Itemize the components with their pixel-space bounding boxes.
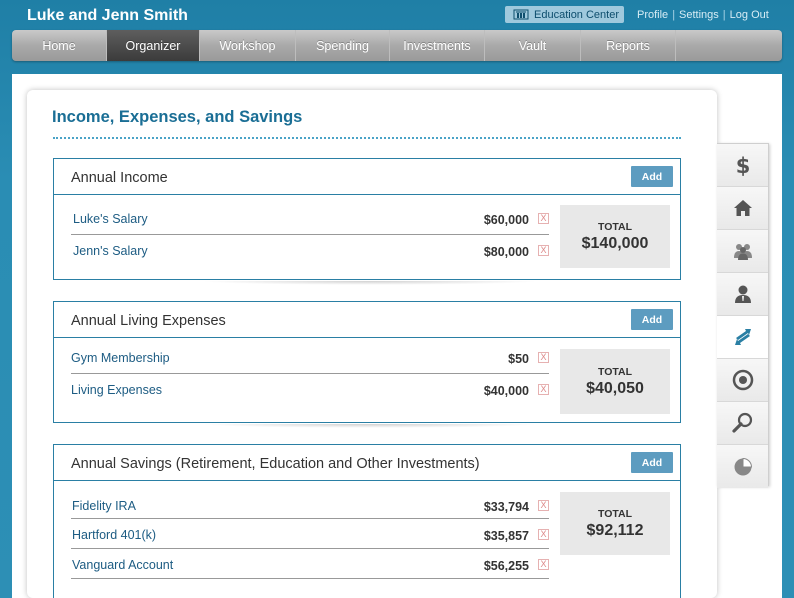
transfer-arrows-icon [734, 329, 751, 345]
table-row: Hartford 401(k) $35,857 X [71, 519, 549, 549]
tool-sidebar: $ [717, 143, 769, 488]
nav-organizer[interactable]: Organizer [107, 30, 200, 61]
row-name-link[interactable]: Luke's Salary [73, 212, 148, 226]
sidebar-item-search[interactable] [717, 402, 768, 445]
income-section: Annual Income Add Luke's Salary $60,000 … [53, 158, 681, 280]
row-name-link[interactable]: Living Expenses [71, 383, 162, 397]
total-label: TOTAL [597, 220, 633, 233]
table-row: Luke's Salary $60,000 X [71, 203, 549, 235]
delete-icon[interactable]: X [538, 500, 549, 511]
magnifier-icon [731, 412, 752, 433]
target-icon [732, 369, 753, 391]
delete-icon[interactable]: X [538, 559, 549, 570]
total-box: TOTAL $140,000 [560, 205, 670, 268]
delete-icon[interactable]: X [538, 245, 549, 256]
delete-icon[interactable]: X [538, 352, 549, 363]
row-amount: $40,000 [483, 384, 529, 398]
sidebar-item-income[interactable]: $ [717, 144, 768, 187]
total-value: $140,000 [581, 234, 649, 252]
row-amount: $35,857 [483, 529, 529, 543]
row-name-link[interactable]: Vanguard Account [72, 558, 173, 572]
table-row: Living Expenses $40,000 X [71, 374, 549, 406]
section-header: Annual Income Add [54, 159, 680, 195]
nav-investments[interactable]: Investments [390, 30, 485, 61]
main-nav: Home Organizer Workshop Spending Investm… [12, 30, 782, 61]
living-expenses-section: Annual Living Expenses Add Gym Membershi… [53, 301, 681, 423]
house-icon [733, 200, 752, 216]
delete-icon[interactable]: X [538, 384, 549, 395]
nav-workshop[interactable]: Workshop [200, 30, 296, 61]
sidebar-item-reports[interactable] [717, 445, 768, 488]
row-name-link[interactable]: Jenn's Salary [73, 244, 148, 258]
section-header: Annual Savings (Retirement, Education an… [54, 445, 680, 481]
section-title: Annual Savings (Retirement, Education an… [71, 456, 480, 472]
total-box: TOTAL $40,050 [560, 349, 670, 414]
savings-section: Annual Savings (Retirement, Education an… [53, 444, 681, 598]
total-value: $40,050 [586, 379, 644, 397]
sidebar-item-home[interactable] [717, 187, 768, 230]
building-icon [513, 9, 529, 20]
row-amount: $33,794 [483, 500, 529, 514]
account-name: Luke and Jenn Smith [27, 7, 188, 24]
total-label: TOTAL [597, 507, 633, 520]
link-separator: | [722, 9, 726, 21]
nav-spending[interactable]: Spending [296, 30, 390, 61]
total-box: TOTAL $92,112 [560, 492, 670, 555]
svg-text:$: $ [735, 154, 750, 177]
nav-home[interactable]: Home [12, 30, 107, 61]
sidebar-item-family[interactable] [717, 230, 768, 273]
header: Luke and Jenn Smith Education Center Pro… [0, 0, 794, 30]
table-row: Jenn's Salary $80,000 X [71, 235, 549, 267]
pie-chart-icon [734, 457, 752, 475]
total-value: $92,112 [586, 521, 644, 539]
row-amount: $80,000 [483, 245, 529, 259]
sidebar-item-goals[interactable] [717, 359, 768, 402]
profile-link[interactable]: Profile [637, 9, 668, 21]
row-name-link[interactable]: Gym Membership [71, 351, 170, 365]
section-header: Annual Living Expenses Add [54, 302, 680, 338]
logout-link[interactable]: Log Out [730, 9, 769, 21]
link-separator: | [672, 9, 676, 21]
dollar-icon: $ [735, 154, 750, 177]
title-divider [53, 137, 681, 139]
delete-icon[interactable]: X [538, 213, 549, 224]
person-icon [734, 285, 751, 303]
section-shadow [200, 424, 540, 428]
education-center-button[interactable]: Education Center [505, 6, 624, 23]
table-row: Fidelity IRA $33,794 X [71, 490, 549, 519]
delete-icon[interactable]: X [538, 529, 549, 540]
section-title: Annual Living Expenses [71, 313, 226, 329]
row-amount: $50 [508, 352, 529, 366]
table-row: Vanguard Account $56,255 X [71, 549, 549, 579]
add-expense-button[interactable]: Add [631, 309, 673, 330]
sidebar-item-transfers[interactable] [717, 316, 768, 359]
add-income-button[interactable]: Add [631, 166, 673, 187]
row-amount: $56,255 [483, 559, 529, 573]
section-title: Annual Income [71, 170, 168, 186]
row-amount: $60,000 [483, 213, 529, 227]
people-icon [733, 244, 752, 260]
education-center-label: Education Center [534, 8, 619, 21]
nav-vault[interactable]: Vault [485, 30, 581, 61]
row-name-link[interactable]: Hartford 401(k) [72, 528, 156, 542]
table-row: Gym Membership $50 X [71, 342, 549, 374]
settings-link[interactable]: Settings [679, 9, 719, 21]
row-name-link[interactable]: Fidelity IRA [72, 499, 136, 513]
add-savings-button[interactable]: Add [631, 452, 673, 473]
nav-reports[interactable]: Reports [581, 30, 676, 61]
page-title: Income, Expenses, and Savings [52, 108, 303, 126]
sidebar-item-person[interactable] [717, 273, 768, 316]
section-shadow [200, 281, 540, 285]
total-label: TOTAL [597, 365, 633, 378]
account-links: Profile | Settings | Log Out [637, 9, 769, 21]
